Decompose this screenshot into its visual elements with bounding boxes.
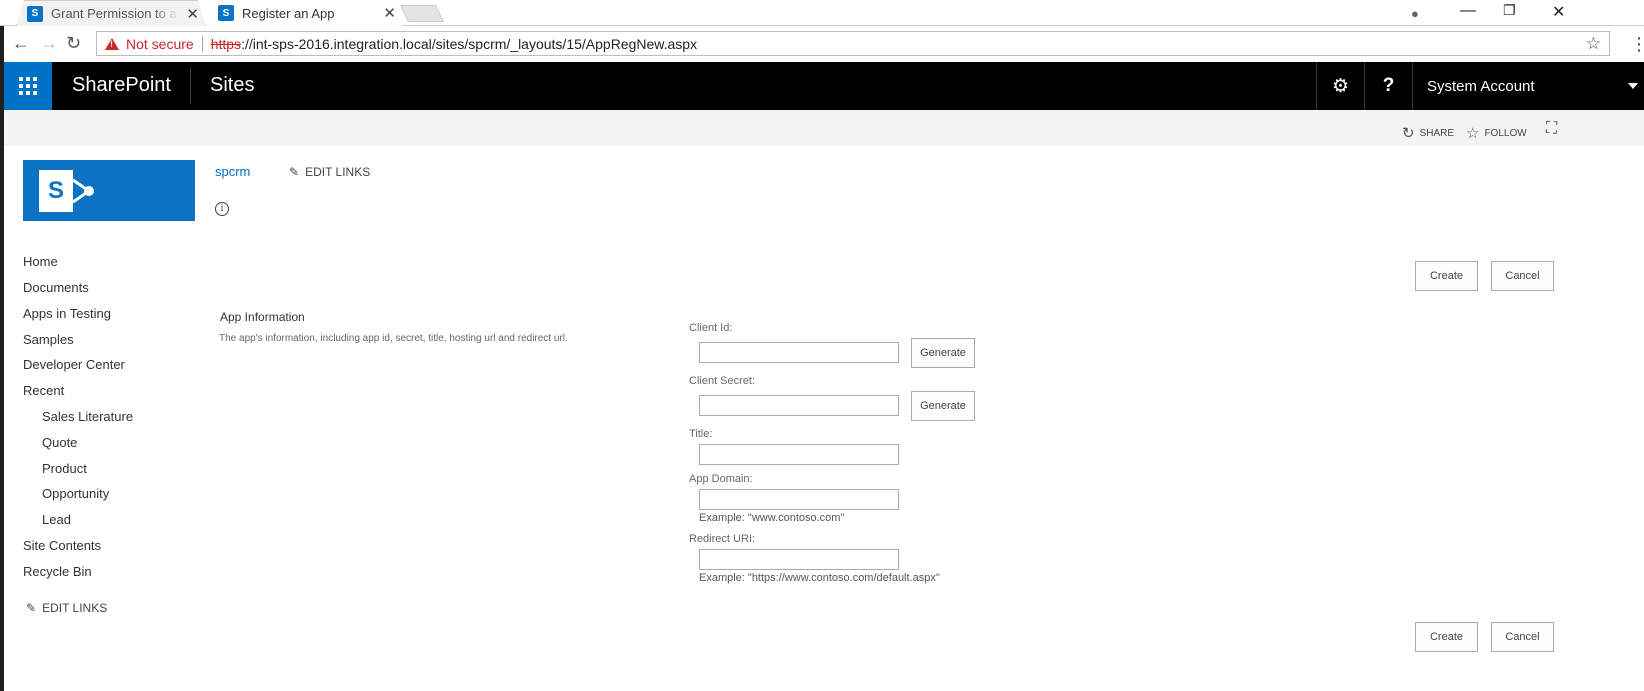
redirect-uri-hint: Example: "https://www.contoso.com/defaul…	[699, 572, 940, 584]
pencil-icon: ✎	[26, 601, 37, 615]
browser-menu-icon[interactable]: ⋮	[1630, 34, 1644, 55]
forward-icon[interactable]: →	[40, 33, 58, 54]
star-icon: ☆	[1466, 125, 1480, 142]
redirect-uri-field[interactable]	[699, 549, 899, 570]
client-secret-field[interactable]	[699, 395, 899, 416]
cancel-button-bottom[interactable]: Cancel	[1491, 622, 1554, 652]
app-launcher-icon[interactable]	[4, 62, 52, 110]
nav-item-recycle-bin[interactable]: Recycle Bin	[23, 564, 92, 579]
focus-content-button[interactable]: ⛶	[1546, 120, 1557, 138]
edit-links-label: EDIT LINKS	[42, 601, 108, 615]
fullscreen-icon: ⛶	[1546, 120, 1558, 137]
account-name: System Account	[1427, 77, 1535, 95]
site-logo[interactable]: S	[23, 160, 195, 221]
share-button[interactable]: ↻ SHARE	[1402, 124, 1454, 142]
generate-client-id-button[interactable]: Generate	[911, 338, 975, 368]
site-title[interactable]: spcrm	[215, 164, 250, 179]
suite-section[interactable]: Sites	[210, 74, 254, 97]
close-tab-icon[interactable]: ✕	[186, 5, 199, 23]
close-window-icon[interactable]: ✕	[1552, 2, 1565, 22]
tab-grant-permission[interactable]: S Grant Permission to an App ✕	[16, 0, 206, 26]
sharepoint-favicon-icon: S	[218, 5, 234, 21]
profile-icon[interactable]: ●	[1411, 6, 1419, 21]
nav-item-apps-in-testing[interactable]: Apps in Testing	[23, 306, 111, 321]
tab-title: Grant Permission to an App	[51, 6, 177, 21]
sharepoint-favicon-icon: S	[27, 6, 43, 22]
bookmark-star-icon[interactable]: ☆	[1586, 34, 1601, 54]
address-bar[interactable]: Not secure https ://int-sps-2016.integra…	[96, 31, 1610, 56]
info-icon[interactable]: i	[215, 202, 229, 216]
tab-strip: S Grant Permission to an App ✕ S Registe…	[0, 0, 1644, 26]
nav-item-sales-literature[interactable]: Sales Literature	[42, 409, 133, 424]
create-button-bottom[interactable]: Create	[1415, 622, 1478, 652]
title-field[interactable]	[699, 444, 899, 465]
share-label: SHARE	[1419, 127, 1455, 139]
client-id-label: Client Id:	[689, 322, 733, 334]
sharepoint-logo-icon	[72, 178, 94, 204]
caret-down-icon	[1628, 83, 1638, 89]
account-menu[interactable]: System Account	[1412, 62, 1644, 110]
app-domain-field[interactable]	[699, 489, 899, 510]
nav-item-quote[interactable]: Quote	[42, 435, 77, 450]
nav-item-home[interactable]: Home	[23, 254, 58, 269]
new-tab-button[interactable]	[400, 5, 444, 22]
restore-icon[interactable]: ❐	[1503, 2, 1516, 19]
divider	[201, 35, 203, 52]
warning-icon	[105, 37, 119, 50]
close-tab-icon[interactable]: ✕	[383, 4, 396, 22]
share-icon: ↻	[1402, 125, 1415, 142]
tab-title: Register an App	[242, 5, 335, 21]
settings-gear-icon[interactable]: ⚙	[1316, 62, 1364, 110]
nav-item-site-contents[interactable]: Site Contents	[23, 538, 101, 553]
help-icon[interactable]: ?	[1364, 62, 1412, 110]
address-row: ← → ↻ Not secure https ://int-sps-2016.i…	[4, 28, 1644, 62]
client-secret-label: Client Secret:	[689, 375, 756, 387]
edit-links-label: EDIT LINKS	[305, 165, 371, 179]
suite-bar: SharePoint Sites ⚙ ? System Account	[4, 62, 1644, 110]
cancel-button-top[interactable]: Cancel	[1491, 261, 1554, 291]
divider	[190, 68, 191, 104]
nav-item-documents[interactable]: Documents	[23, 280, 89, 295]
tab-register-app[interactable]: S Register an App ✕	[206, 0, 402, 26]
security-status[interactable]: Not secure	[126, 36, 194, 52]
ribbon-bar: ↻ SHARE ☆ FOLLOW ⛶	[4, 110, 1644, 146]
browser-window: S Grant Permission to an App ✕ S Registe…	[0, 0, 1644, 691]
brand-name[interactable]: SharePoint	[72, 74, 171, 97]
app-domain-hint: Example: "www.contoso.com"	[699, 512, 845, 524]
generate-client-secret-button[interactable]: Generate	[911, 391, 975, 421]
url-protocol: https	[210, 35, 242, 52]
edit-links-nav[interactable]: ✎ EDIT LINKS	[26, 601, 107, 615]
logo-letter: S	[39, 170, 73, 212]
url-text: ://int-sps-2016.integration.local/sites/…	[241, 35, 698, 52]
back-icon[interactable]: ←	[12, 33, 30, 54]
nav-item-lead[interactable]: Lead	[42, 512, 71, 527]
app-domain-label: App Domain:	[689, 473, 753, 485]
section-title: App Information	[220, 310, 305, 324]
pencil-icon: ✎	[289, 165, 300, 179]
follow-label: FOLLOW	[1484, 127, 1527, 139]
edit-links-top[interactable]: ✎ EDIT LINKS	[289, 165, 370, 179]
redirect-uri-label: Redirect URI:	[689, 533, 756, 545]
nav-item-samples[interactable]: Samples	[23, 332, 74, 347]
create-button-top[interactable]: Create	[1415, 261, 1478, 291]
follow-button[interactable]: ☆ FOLLOW	[1466, 124, 1527, 142]
nav-item-product[interactable]: Product	[42, 461, 87, 476]
nav-item-opportunity[interactable]: Opportunity	[42, 486, 109, 501]
minimize-icon[interactable]: —	[1460, 2, 1476, 20]
nav-item-recent[interactable]: Recent	[23, 383, 64, 398]
nav-item-developer-center[interactable]: Developer Center	[23, 357, 125, 372]
client-id-field[interactable]	[699, 342, 899, 363]
section-description: The app's information, including app id,…	[219, 333, 568, 344]
title-label: Title:	[689, 428, 713, 440]
reload-icon[interactable]: ↻	[66, 33, 81, 54]
